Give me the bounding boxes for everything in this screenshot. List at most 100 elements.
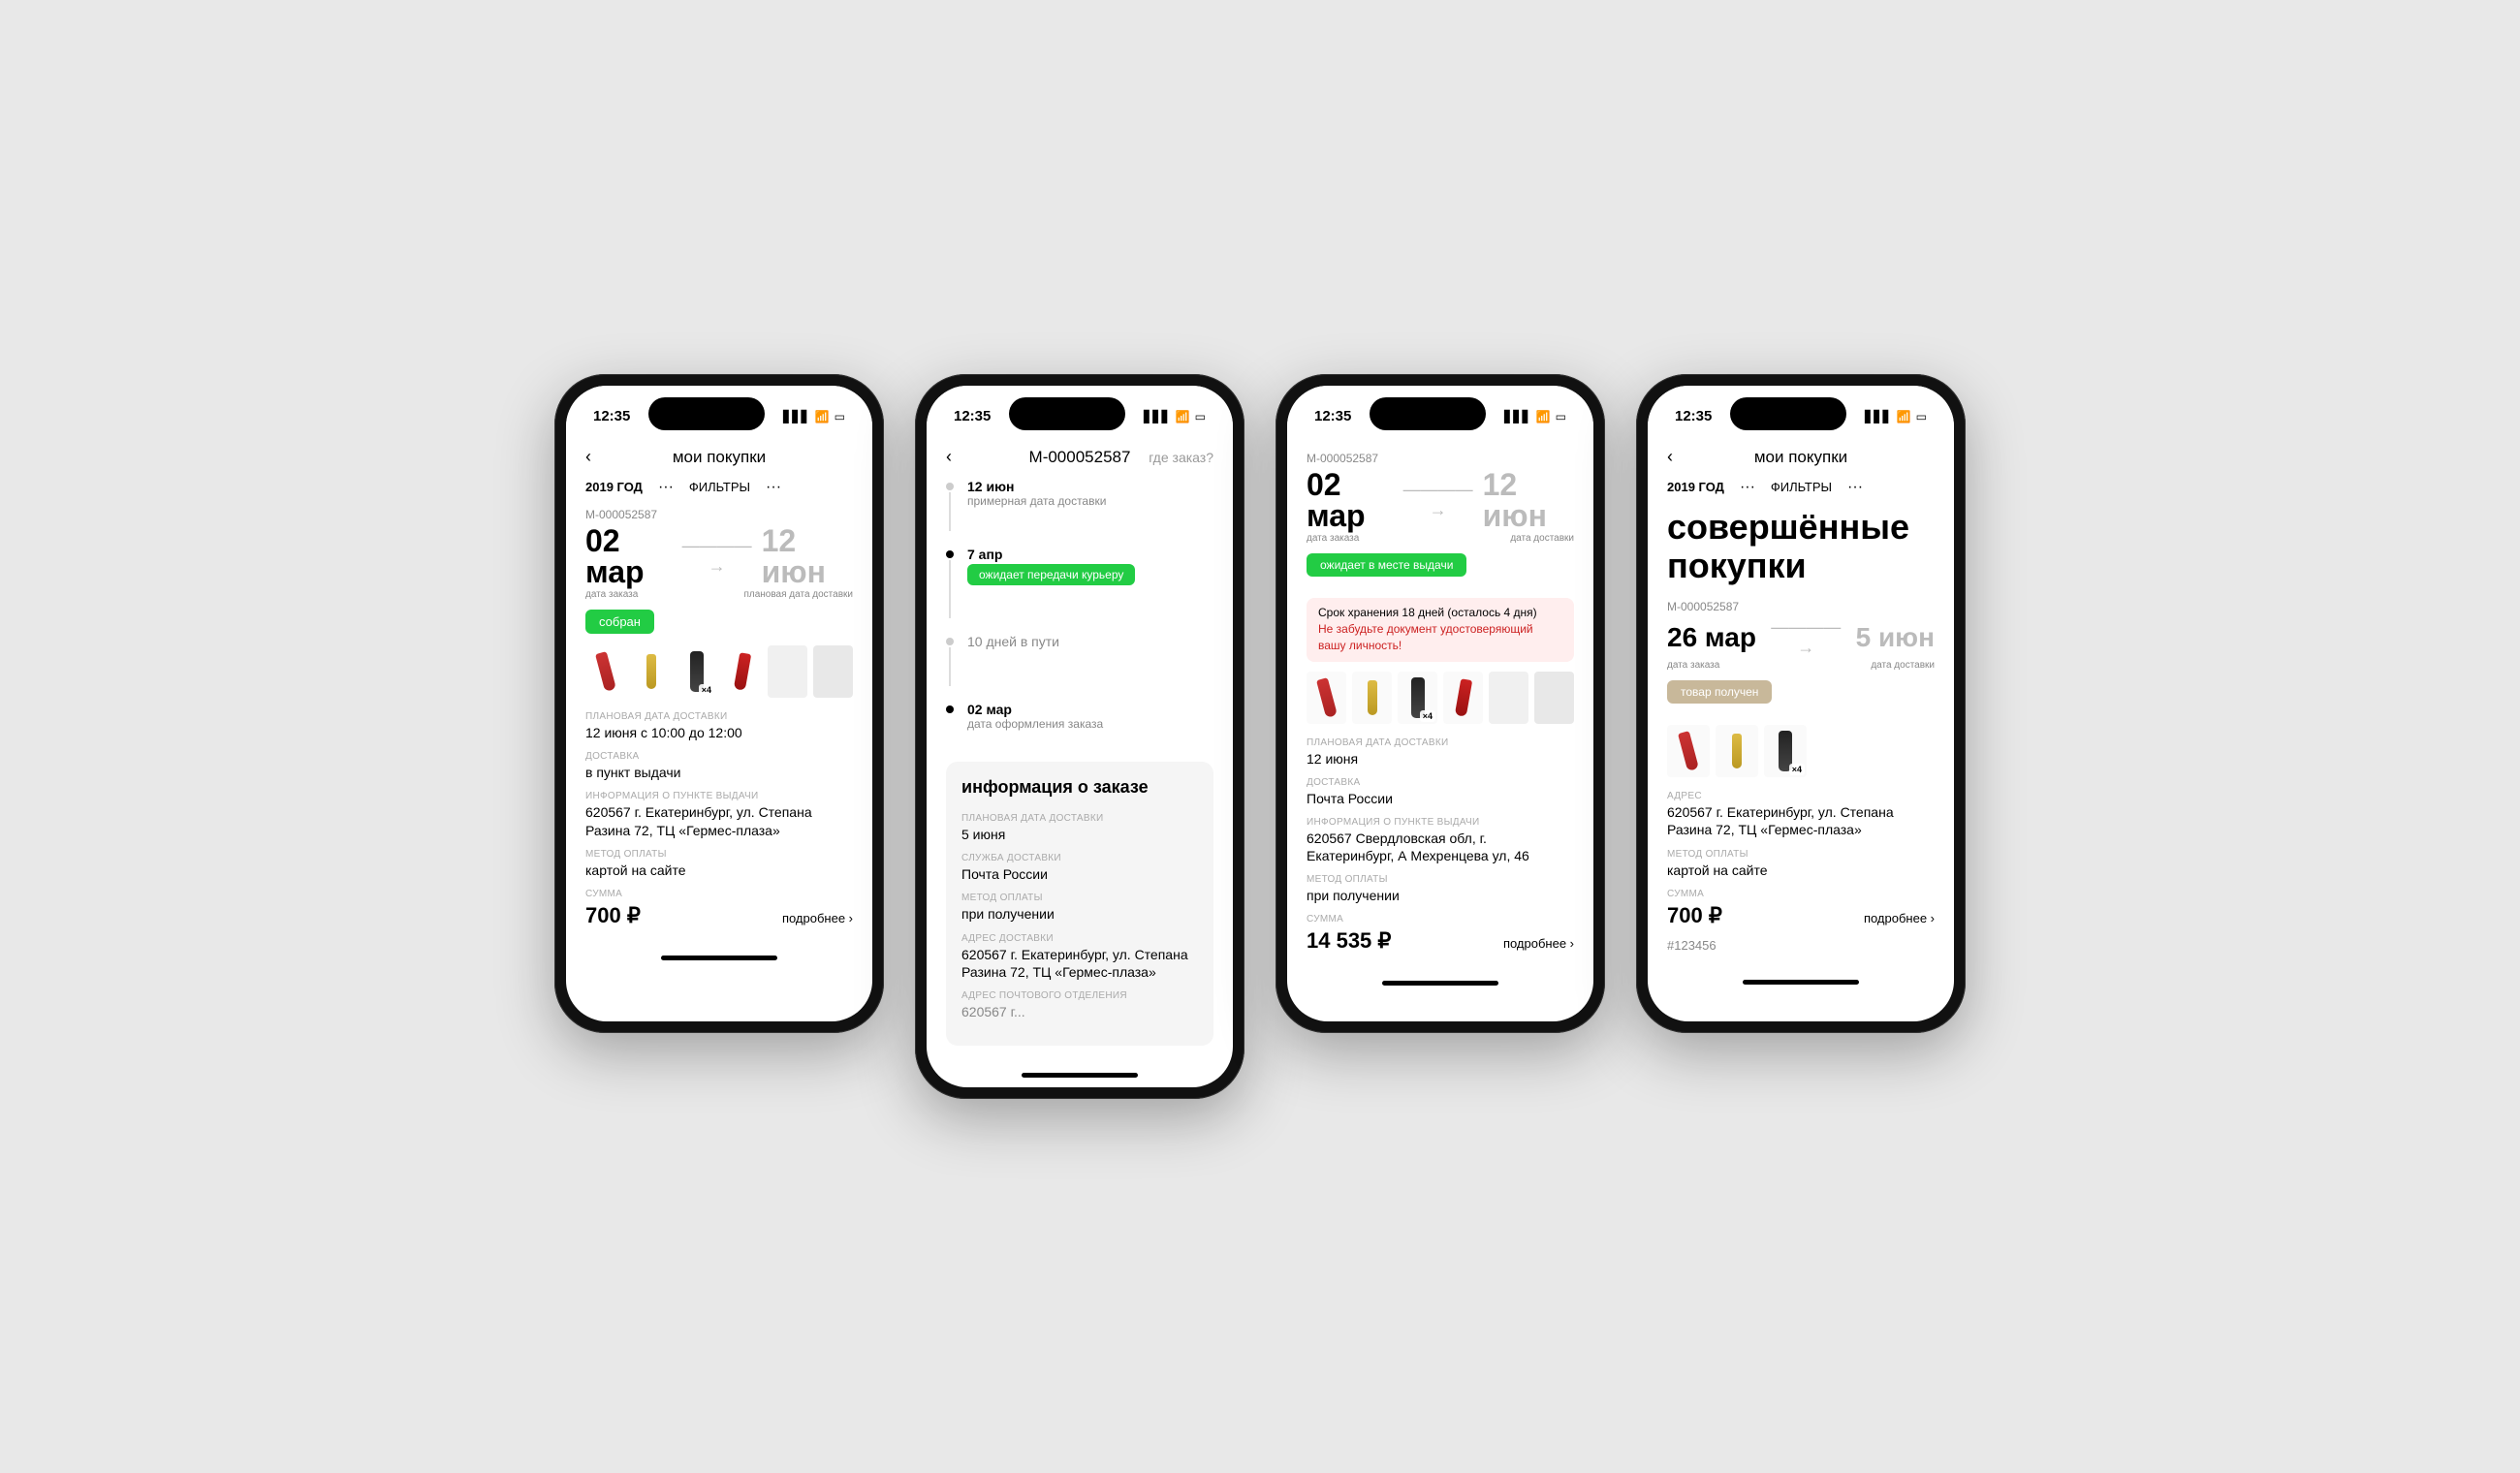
back-button-4[interactable]: ‹ — [1667, 447, 1673, 467]
info-label-3-2: ИНФОРМАЦИЯ О ПУНКТЕ ВЫДАЧИ — [1307, 817, 1574, 828]
wifi-icon-2: 📶 — [1176, 410, 1190, 423]
timeline-item-1: 12 июн примерная дата доставки — [946, 479, 1213, 531]
date-row-4: 26 мар ————→ 5 июн — [1667, 617, 1935, 658]
info-value-4-0: 620567 г. Екатеринбург, ул. Степана Рази… — [1667, 803, 1935, 838]
date-labels-3: дата заказа дата доставки — [1307, 533, 1574, 544]
back-button-2[interactable]: ‹ — [946, 447, 952, 467]
phone-4: 12:35 ▋▋▋ 📶 ▭ ‹ мои покупки 2019 ГОД ···… — [1636, 374, 1966, 1033]
content-3: М-000052587 02 мар ————→ 12 июн дата зак… — [1287, 440, 1593, 974]
timeline-badge-2: ожидает передачи курьеру — [967, 564, 1135, 585]
filters-label-4[interactable]: ФИЛЬТРЫ — [1771, 480, 1832, 494]
date-from-1: 02 мар — [585, 525, 673, 587]
info-label-1-3: МЕТОД ОПЛАТЫ — [585, 849, 853, 860]
info-label-2-3: АДРЕС ДОСТАВКИ — [961, 933, 1198, 944]
info-section-3: ПЛАНОВАЯ ДАТА ДОСТАВКИ 12 июня ДОСТАВКА … — [1307, 737, 1574, 925]
timeline-date-1: 12 июн — [967, 479, 1106, 494]
date-labels-4: дата заказа дата доставки — [1667, 660, 1935, 671]
date-from-label-3: дата заказа — [1307, 533, 1359, 544]
status-time-3: 12:35 — [1314, 408, 1351, 424]
info-value-2-4: 620567 г... — [961, 1003, 1198, 1020]
year-label-4[interactable]: 2019 ГОД — [1667, 480, 1724, 494]
status-bar-3: 12:35 ▋▋▋ 📶 ▭ — [1287, 386, 1593, 440]
nav-title-1: мои покупки — [673, 448, 766, 467]
content-4: 2019 ГОД ··· ФИЛЬТРЫ ··· совершённыепоку… — [1648, 471, 1954, 972]
sum-value-1: 700 ₽ — [585, 903, 641, 928]
timeline-dot-3 — [946, 638, 954, 645]
product-3e — [1489, 672, 1528, 724]
sum-value-3: 14 535 ₽ — [1307, 928, 1391, 954]
info-label-2-4: АДРЕС ПОЧТОВОГО ОТДЕЛЕНИЯ — [961, 990, 1198, 1001]
date-row-3: 02 мар ————→ 12 июн — [1307, 469, 1574, 531]
filters-dots-4[interactable]: ··· — [1847, 479, 1863, 496]
phone-2-screen: 12:35 ▋▋▋ 📶 ▭ ‹ М-000052587 где заказ? — [927, 386, 1233, 1087]
dynamic-island-1 — [648, 397, 765, 430]
date-from-label-4: дата заказа — [1667, 660, 1719, 671]
year-label-1[interactable]: 2019 ГОД — [585, 480, 643, 494]
date-to-label-3: дата доставки — [1510, 533, 1574, 544]
status-time-1: 12:35 — [593, 408, 630, 424]
status-bar-1: 12:35 ▋▋▋ 📶 ▭ — [566, 386, 872, 440]
info-section-4: АДРЕС 620567 г. Екатеринбург, ул. Степан… — [1667, 791, 1935, 899]
battery-icon: ▭ — [835, 410, 845, 423]
product-1f — [813, 645, 853, 698]
more-link-1[interactable]: подробнее › — [782, 911, 853, 925]
more-link-4[interactable]: подробнее › — [1864, 911, 1935, 925]
date-to-label-1: плановая дата доставки — [743, 589, 853, 600]
info-label-1-4: СУММА — [585, 889, 853, 899]
nav-title-4: мои покупки — [1754, 448, 1847, 467]
phone-3: 12:35 ▋▋▋ 📶 ▭ М-000052587 02 мар ————→ 1… — [1276, 374, 1605, 1033]
date-row-1: 02 мар ————→ 12 июн — [585, 525, 853, 587]
status-badge-1: собран — [585, 610, 654, 634]
status-icons-4: ▋▋▋ 📶 ▭ — [1865, 410, 1927, 423]
info-value-3-0: 12 июня — [1307, 750, 1574, 768]
status-icons-3: ▋▋▋ 📶 ▭ — [1504, 410, 1566, 423]
more-link-3[interactable]: подробнее › — [1503, 936, 1574, 951]
product-1e — [768, 645, 807, 698]
product-1c: ×4 — [677, 645, 716, 698]
back-button-1[interactable]: ‹ — [585, 447, 591, 467]
wifi-icon-3: 📶 — [1536, 410, 1551, 423]
date-arrow-1: ————→ — [682, 536, 752, 577]
timeline-item-2: 7 апр ожидает передачи курьеру — [946, 547, 1213, 618]
dynamic-island-3 — [1370, 397, 1486, 430]
nav-right-2[interactable]: где заказ? — [1149, 450, 1213, 465]
date-from-3: 02 мар — [1307, 469, 1394, 531]
date-from-label-1: дата заказа — [585, 589, 638, 600]
timeline-dot-4 — [946, 705, 954, 713]
status-icons-1: ▋▋▋ 📶 ▭ — [783, 410, 845, 423]
product-1d — [722, 645, 762, 698]
products-row-1: ×4 — [585, 645, 853, 698]
receipt-4: #123456 — [1667, 938, 1935, 953]
info-value-1-2: 620567 г. Екатеринбург, ул. Степана Рази… — [585, 803, 853, 838]
filters-label-1[interactable]: ФИЛЬТРЫ — [689, 480, 750, 494]
timeline-item-4: 02 мар дата оформления заказа — [946, 702, 1213, 731]
date-to-3: 12 июн — [1483, 469, 1574, 531]
info-label-4-2: СУММА — [1667, 889, 1935, 899]
info-label-3-4: СУММА — [1307, 914, 1574, 925]
sum-value-4: 700 ₽ — [1667, 903, 1722, 928]
nav-bar-2: ‹ М-000052587 где заказ? — [927, 440, 1233, 471]
info-block-2: информация о заказе ПЛАНОВАЯ ДАТА ДОСТАВ… — [946, 762, 1213, 1046]
status-time-2: 12:35 — [954, 408, 991, 424]
info-value-2-3: 620567 г. Екатеринбург, ул. Степана Рази… — [961, 946, 1198, 981]
filters-dots-1[interactable]: ··· — [766, 479, 781, 496]
date-arrow-3: ————→ — [1403, 480, 1473, 520]
wifi-icon-4: 📶 — [1897, 410, 1911, 423]
battery-icon-4: ▭ — [1916, 410, 1927, 423]
year-dots-1[interactable]: ··· — [658, 479, 674, 496]
signal-icon-3: ▋▋▋ — [1504, 410, 1531, 423]
alert-text-3: Не забудьте документ удостоверяющий вашу… — [1318, 621, 1562, 654]
date-arrow-4: ————→ — [1766, 617, 1846, 658]
year-filter-row-4: 2019 ГОД ··· ФИЛЬТРЫ ··· — [1667, 471, 1935, 508]
content-2: 12 июн примерная дата доставки 7 апр ожи… — [927, 471, 1233, 1065]
signal-icon-4: ▋▋▋ — [1865, 410, 1892, 423]
phones-container: 12:35 ▋▋▋ 📶 ▭ ‹ мои покупки 2019 ГОД ···… — [554, 374, 1966, 1099]
info-label-2-1: СЛУЖБА ДОСТАВКИ — [961, 853, 1198, 863]
info-label-4-0: АДРЕС — [1667, 791, 1935, 801]
alert-title-3: Срок хранения 18 дней (осталось 4 дня) — [1318, 606, 1562, 619]
year-dots-4[interactable]: ··· — [1740, 479, 1755, 496]
order-id-1: М-000052587 — [585, 508, 853, 521]
status-time-4: 12:35 — [1675, 408, 1712, 424]
info-value-2-2: при получении — [961, 905, 1198, 923]
info-value-4-1: картой на сайте — [1667, 862, 1935, 879]
